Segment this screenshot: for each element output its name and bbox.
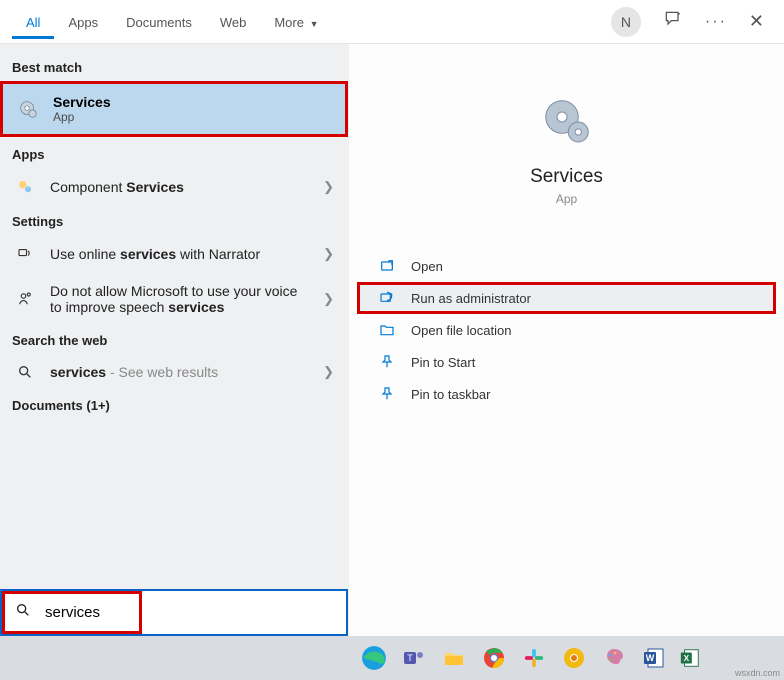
taskbar-chrome-canary-icon[interactable] — [558, 642, 590, 674]
action-pin-to-taskbar[interactable]: Pin to taskbar — [357, 378, 776, 410]
setting-label: Use online services with Narrator — [50, 246, 309, 262]
section-documents: Documents (1+) — [0, 390, 348, 419]
setting-narrator-services[interactable]: Use online services with Narrator ❯ — [0, 235, 348, 273]
open-icon — [379, 258, 397, 274]
search-input[interactable] — [39, 594, 139, 631]
taskbar-edge-icon[interactable] — [358, 642, 390, 674]
svg-text:W: W — [646, 653, 655, 663]
svg-text:X: X — [684, 654, 690, 663]
action-label: Open — [411, 259, 443, 274]
results-list: Best match Services App Apps Component S… — [0, 44, 348, 636]
details-title: Services — [349, 166, 784, 188]
search-bar[interactable] — [0, 589, 348, 636]
feedback-icon[interactable] — [663, 9, 683, 34]
action-open-file-location[interactable]: Open file location — [357, 314, 776, 346]
action-label: Pin to Start — [411, 355, 475, 370]
taskbar-teams-icon[interactable]: T — [398, 642, 430, 674]
search-icon — [5, 602, 39, 623]
action-label: Run as administrator — [411, 291, 531, 306]
chevron-down-icon: ▼ — [310, 19, 319, 29]
svg-text:T: T — [407, 653, 413, 663]
taskbar-slack-icon[interactable] — [518, 642, 550, 674]
component-services-icon — [14, 178, 36, 196]
close-icon[interactable]: ✕ — [749, 11, 764, 32]
tab-all[interactable]: All — [12, 5, 54, 39]
taskbar-explorer-icon[interactable] — [438, 642, 470, 674]
search-icon — [14, 364, 36, 380]
more-icon[interactable]: ··· — [705, 13, 727, 31]
action-open[interactable]: Open — [357, 250, 776, 282]
chevron-right-icon: ❯ — [323, 291, 334, 307]
pin-icon — [379, 354, 397, 370]
avatar[interactable]: N — [611, 7, 641, 37]
apps-result-label: Component Services — [50, 179, 309, 195]
chevron-right-icon: ❯ — [323, 364, 334, 380]
gear-icon — [537, 92, 597, 152]
search-tabs: All Apps Documents Web More ▼ N ··· ✕ — [0, 0, 784, 44]
action-run-as-administrator[interactable]: Run as administrator — [357, 282, 776, 314]
gear-icon — [17, 98, 39, 120]
tab-web[interactable]: Web — [206, 5, 261, 39]
web-result-label: services - See web results — [50, 364, 309, 380]
section-apps: Apps — [0, 139, 348, 168]
action-label: Open file location — [411, 323, 511, 338]
action-label: Pin to taskbar — [411, 387, 491, 402]
watermark: wsxdn.com — [735, 668, 780, 678]
taskbar: T W X — [0, 636, 784, 680]
best-match-item[interactable]: Services App — [0, 81, 348, 137]
taskbar-paint-icon[interactable] — [598, 642, 630, 674]
action-pin-to-start[interactable]: Pin to Start — [357, 346, 776, 378]
details-pane: Services App Open Run as administrator O… — [348, 44, 784, 636]
tab-apps[interactable]: Apps — [54, 5, 112, 39]
speech-icon — [14, 290, 36, 308]
folder-icon — [379, 322, 397, 338]
details-subtitle: App — [349, 192, 784, 206]
best-match-subtitle: App — [53, 110, 111, 124]
section-best-match: Best match — [0, 52, 348, 81]
taskbar-chrome-icon[interactable] — [478, 642, 510, 674]
setting-speech-services[interactable]: Do not allow Microsoft to use your voice… — [0, 273, 348, 325]
tab-documents[interactable]: Documents — [112, 5, 206, 39]
pin-icon — [379, 386, 397, 402]
section-settings: Settings — [0, 206, 348, 235]
chevron-right-icon: ❯ — [323, 179, 334, 195]
tab-more[interactable]: More ▼ — [260, 5, 332, 39]
taskbar-word-icon[interactable]: W — [638, 642, 670, 674]
admin-icon — [379, 290, 397, 306]
apps-result-component-services[interactable]: Component Services ❯ — [0, 168, 348, 206]
narrator-icon — [14, 245, 36, 263]
best-match-title: Services — [53, 94, 111, 110]
taskbar-excel-icon[interactable]: X — [674, 642, 706, 674]
section-search-web: Search the web — [0, 325, 348, 354]
web-result-services[interactable]: services - See web results ❯ — [0, 354, 348, 390]
chevron-right-icon: ❯ — [323, 246, 334, 262]
setting-label: Do not allow Microsoft to use your voice… — [50, 283, 309, 315]
